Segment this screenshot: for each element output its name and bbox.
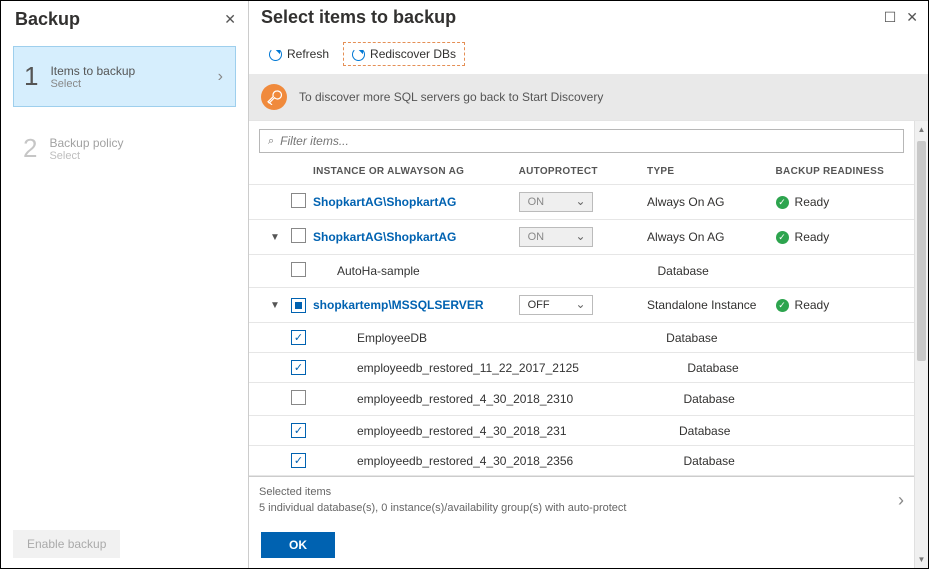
checkbox[interactable] (291, 193, 306, 208)
table-header: INSTANCE OR ALWAYSON AG AUTOPROTECT TYPE… (249, 159, 914, 185)
step-subtitle: Select (49, 150, 123, 162)
refresh-icon (269, 48, 282, 61)
step-items-to-backup[interactable]: 1 Items to backup Select › (13, 46, 236, 107)
item-name: employeedb_restored_4_30_2018_2356 (313, 454, 573, 468)
item-name: ShopkartAG\ShopkartAG (313, 195, 519, 209)
expand-toggle-icon[interactable]: ▼ (270, 300, 280, 311)
item-name: employeedb_restored_4_30_2018_2310 (313, 392, 573, 406)
chevron-right-icon: › (218, 68, 223, 86)
item-type: Database (687, 361, 795, 375)
readiness-status: ✓Ready (776, 298, 904, 312)
filter-input-wrapper[interactable]: ⌕ (259, 129, 904, 153)
item-name: employeedb_restored_11_22_2017_2125 (313, 361, 579, 375)
step-title: Items to backup (50, 64, 135, 78)
database-row[interactable]: AutoHa-sample Database (249, 255, 914, 288)
backup-sidebar: Backup ✕ 1 Items to backup Select › 2 Ba… (1, 1, 249, 568)
item-name: ShopkartAG\ShopkartAG (313, 230, 519, 244)
checkbox[interactable]: ✓ (291, 423, 306, 438)
ok-button[interactable]: OK (261, 532, 335, 558)
refresh-icon (352, 48, 365, 61)
summary-title: Selected items (259, 485, 626, 500)
step-number: 2 (23, 133, 37, 164)
header-autoprotect: AUTOPROTECT (519, 166, 647, 177)
autoprotect-select: ON (519, 227, 593, 247)
chevron-right-icon: › (898, 490, 904, 511)
header-instance: INSTANCE OR ALWAYSON AG (313, 166, 519, 177)
selected-items-summary[interactable]: Selected items 5 individual database(s),… (249, 476, 914, 522)
expand-toggle-icon[interactable]: ▼ (270, 232, 280, 243)
readiness-status: ✓Ready (776, 230, 904, 244)
maximize-icon[interactable]: ☐ (884, 9, 897, 26)
item-name: employeedb_restored_4_30_2018_231 (313, 424, 567, 438)
filter-input[interactable] (280, 134, 895, 148)
item-type: Database (679, 424, 792, 438)
header-type: TYPE (647, 166, 775, 177)
database-row[interactable]: ✓ employeedb_restored_4_30_2018_231 Databa… (249, 416, 914, 446)
refresh-label: Refresh (287, 47, 329, 61)
item-type: Database (683, 392, 793, 406)
scroll-down-icon[interactable]: ▼ (915, 555, 928, 564)
checkbox[interactable]: ✓ (291, 453, 306, 468)
autoprotect-select[interactable]: OFF (519, 295, 593, 315)
item-type: Standalone Instance (647, 298, 775, 312)
check-circle-icon: ✓ (776, 299, 789, 312)
summary-detail: 5 individual database(s), 0 instance(s)/… (259, 501, 626, 516)
search-icon: ⌕ (268, 135, 274, 148)
item-name: EmployeeDB (313, 331, 547, 345)
readiness-status: ✓Ready (776, 195, 904, 209)
rediscover-label: Rediscover DBs (370, 47, 456, 61)
checkbox[interactable] (291, 262, 306, 277)
item-name: shopkartemp\MSSQLSERVER (313, 298, 519, 312)
select-items-panel: Select items to backup ☐ ✕ Refresh Redis… (249, 1, 928, 568)
checkbox[interactable] (291, 390, 306, 405)
database-row[interactable]: ✓ employeedb_restored_11_22_2017_2125 Data… (249, 353, 914, 383)
item-type: Always On AG (647, 195, 775, 209)
panel-title: Select items to backup (261, 7, 456, 28)
check-circle-icon: ✓ (776, 231, 789, 244)
item-type: Database (666, 331, 785, 345)
instance-row[interactable]: ShopkartAG\ShopkartAGON Always On AG✓Read… (249, 185, 914, 220)
database-row[interactable]: employeedb_restored_4_30_2018_2310 Databa… (249, 383, 914, 416)
scrollbar[interactable]: ▲ ▼ (914, 121, 928, 568)
close-icon[interactable]: ✕ (906, 9, 918, 26)
table-body: ShopkartAG\ShopkartAGONAlways On AG✓Read… (249, 185, 914, 476)
autoprotect-select: ON (519, 192, 593, 212)
instance-row[interactable]: ▼ ShopkartAG\ShopkartAGON Always On AG✓Rea… (249, 220, 914, 255)
step-number: 1 (24, 61, 38, 92)
instance-row[interactable]: ▼ shopkartemp\MSSQLSERVEROFF Standalone In… (249, 288, 914, 323)
sidebar-title: Backup (15, 9, 80, 30)
refresh-button[interactable]: Refresh (261, 43, 337, 65)
close-icon[interactable]: ✕ (224, 11, 236, 28)
step-backup-policy[interactable]: 2 Backup policy Select (13, 119, 236, 178)
scroll-up-icon[interactable]: ▲ (915, 125, 928, 134)
checkbox[interactable] (291, 298, 306, 313)
item-name: AutoHa-sample (313, 264, 534, 278)
wrench-icon (261, 84, 287, 110)
rediscover-dbs-button[interactable]: Rediscover DBs (343, 42, 465, 66)
checkbox[interactable]: ✓ (291, 360, 306, 375)
item-type: Always On AG (647, 230, 775, 244)
enable-backup-button[interactable]: Enable backup (13, 530, 120, 558)
info-banner: To discover more SQL servers go back to … (249, 74, 928, 120)
database-row[interactable]: ✓ EmployeeDB Database (249, 323, 914, 353)
step-subtitle: Select (50, 78, 135, 90)
header-readiness: BACKUP READINESS (776, 166, 904, 177)
database-row[interactable]: ✓ employeedb_restored_4_30_2018_2356 Datab… (249, 446, 914, 476)
checkbox[interactable]: ✓ (291, 330, 306, 345)
step-title: Backup policy (49, 136, 123, 150)
info-text: To discover more SQL servers go back to … (299, 90, 603, 104)
check-circle-icon: ✓ (776, 196, 789, 209)
item-type: Database (657, 264, 780, 278)
checkbox[interactable] (291, 228, 306, 243)
item-type: Database (683, 454, 793, 468)
scroll-thumb[interactable] (917, 141, 926, 361)
